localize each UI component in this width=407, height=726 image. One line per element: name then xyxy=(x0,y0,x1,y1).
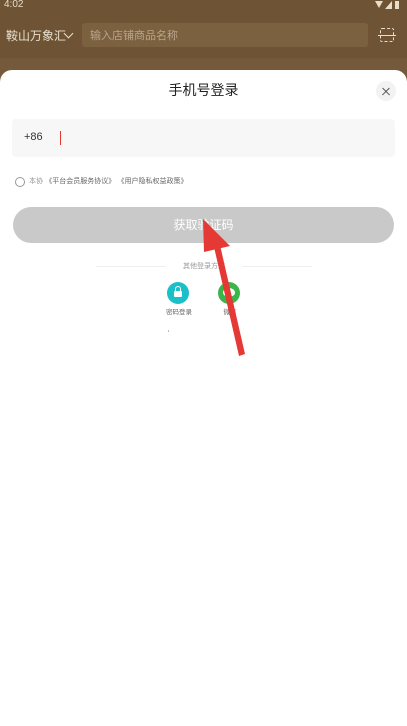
tiny-mark xyxy=(168,330,169,332)
sheet-title: 手机号登录 xyxy=(168,83,239,99)
phone-field[interactable]: +86 xyxy=(12,119,395,157)
agreement-row: 本协 《平台会员服务协议》 《用户隐私权益政策》 xyxy=(15,176,315,190)
password-login-option[interactable]: 密码登录 xyxy=(155,282,203,322)
divider-line xyxy=(242,266,312,267)
close-button[interactable] xyxy=(376,81,396,101)
password-login-circle xyxy=(167,282,189,304)
wechat-icon xyxy=(223,288,235,297)
agreement-link-member[interactable]: 《平台会员服务协议》 xyxy=(45,177,115,185)
wechat-login-label: 微信 xyxy=(223,308,237,316)
wifi-icon xyxy=(375,1,383,8)
battery-icon xyxy=(395,1,399,9)
scan-line xyxy=(378,35,396,36)
login-sheet: 手机号登录 +86 本协 《平台会员服务协议》 《用户隐私权益政策》 获取验证码… xyxy=(0,70,407,726)
status-bar: 4:02 xyxy=(0,0,407,12)
agreement-checkbox[interactable] xyxy=(15,177,25,187)
divider-line xyxy=(96,266,166,267)
other-methods-label: 其他登录方式 xyxy=(183,262,225,270)
status-time: 4:02 xyxy=(4,0,24,10)
wechat-login-circle xyxy=(218,282,240,304)
agreement-link-privacy[interactable]: 《用户隐私权益政策》 xyxy=(117,177,187,185)
city-selector[interactable]: 鞍山万象汇 xyxy=(6,27,66,44)
country-code[interactable]: +86 xyxy=(24,131,43,143)
top-bar: 鞍山万象汇 输入店铺商品名称 xyxy=(0,20,407,50)
status-icons xyxy=(371,0,401,10)
text-caret xyxy=(60,131,61,145)
agreement-text: 本协 《平台会员服务协议》 《用户隐私权益政策》 xyxy=(29,176,187,186)
lock-icon xyxy=(174,291,182,297)
get-code-button[interactable]: 获取验证码 xyxy=(13,207,394,243)
search-input[interactable]: 输入店铺商品名称 xyxy=(82,23,368,47)
password-login-label: 密码登录 xyxy=(166,308,192,316)
wechat-login-option[interactable]: 微信 xyxy=(206,282,254,322)
signal-icon xyxy=(385,1,392,9)
search-placeholder: 输入店铺商品名称 xyxy=(90,29,178,42)
other-methods-divider: 其他登录方式 xyxy=(96,259,312,273)
agreement-prefix: 本协 xyxy=(29,177,43,185)
